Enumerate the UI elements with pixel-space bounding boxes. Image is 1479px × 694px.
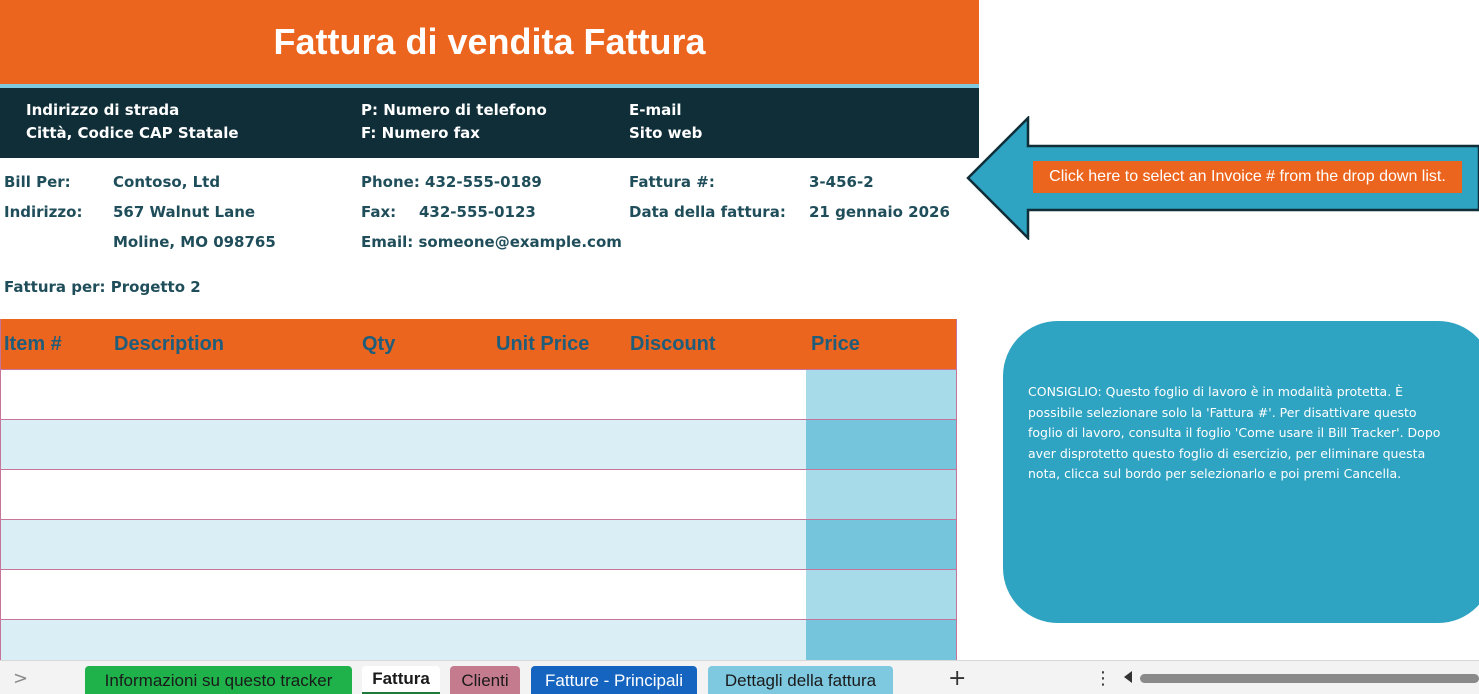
table-row (1, 469, 956, 519)
invoice-number-select[interactable]: 3-456-2 (809, 173, 874, 191)
price-cell (806, 420, 956, 469)
invoice-title: Fattura di vendita Fattura (273, 21, 706, 62)
invoice-for: Fattura per: Progetto 2 (4, 278, 201, 296)
invoice-number-label: Fattura #: (629, 173, 715, 191)
bill-to-value: Contoso, Ltd (113, 173, 221, 191)
client-fax-value: 432-555-0123 (419, 203, 536, 221)
table-row (1, 519, 956, 569)
more-options-icon[interactable]: ⋮ (1094, 668, 1112, 689)
company-fax: F: Numero fax (361, 124, 480, 142)
company-city: Città, Codice CAP Statale (26, 124, 239, 142)
table-header: Item # Description Qty Unit Price Discou… (1, 319, 956, 369)
client-email: Email: someone@example.com (361, 233, 622, 251)
price-cell (806, 570, 956, 619)
address-line1: 567 Walnut Lane (113, 203, 256, 221)
table-row (1, 369, 956, 419)
tab-fatture-principali[interactable]: Fatture - Principali (531, 666, 697, 694)
address-line2: Moline, MO 098765 (113, 233, 276, 251)
header-unit-price: Unit Price (496, 333, 590, 355)
bill-to-label: Bill Per: (4, 173, 71, 191)
price-cell (806, 370, 956, 419)
header-item-number: Item # (4, 333, 62, 355)
price-cell (806, 470, 956, 519)
tab-informazioni[interactable]: Informazioni su questo tracker (85, 666, 352, 694)
horizontal-scrollbar[interactable] (1140, 674, 1479, 683)
company-website: Sito web (629, 124, 703, 142)
add-sheet-icon[interactable]: + (948, 666, 966, 691)
header-description: Description (114, 333, 225, 355)
header-price: Price (811, 333, 860, 355)
scroll-left-icon[interactable] (1124, 671, 1132, 683)
table-row (1, 569, 956, 619)
table-row (1, 619, 956, 660)
select-invoice-callout-button[interactable]: Click here to select an Invoice # from t… (1033, 161, 1462, 193)
client-phone: Phone: 432-555-0189 (361, 173, 542, 191)
price-cell (806, 520, 956, 569)
company-email: E-mail (629, 101, 682, 119)
sheet-tab-bar: > Informazioni su questo tracker Fattura… (0, 660, 1479, 694)
header-qty: Qty (362, 333, 396, 355)
invoice-title-bar: Fattura di vendita Fattura (0, 0, 979, 84)
tab-clienti[interactable]: Clienti (450, 666, 520, 694)
address-label: Indirizzo: (4, 203, 83, 221)
table-row (1, 419, 956, 469)
company-phone: P: Numero di telefono (361, 101, 547, 119)
tip-note-box[interactable]: CONSIGLIO: Questo foglio di lavoro è in … (1003, 321, 1479, 623)
company-contact-band: Indirizzo di strada Città, Codice CAP St… (0, 88, 979, 158)
invoice-items-table: Item # Description Qty Unit Price Discou… (0, 319, 957, 660)
invoice-date-label: Data della fattura: (629, 203, 786, 221)
price-cell (806, 620, 956, 660)
tab-fattura[interactable]: Fattura (362, 666, 440, 694)
tip-note-text: CONSIGLIO: Questo foglio di lavoro è in … (1028, 384, 1441, 481)
header-discount: Discount (630, 333, 716, 355)
tab-scroll-icon[interactable]: > (13, 668, 28, 689)
invoice-date-value: 21 gennaio 2026 (809, 203, 950, 221)
tab-dettagli-fattura[interactable]: Dettagli della fattura (708, 666, 893, 694)
company-street: Indirizzo di strada (26, 101, 180, 119)
client-fax-label: Fax: (361, 203, 397, 221)
